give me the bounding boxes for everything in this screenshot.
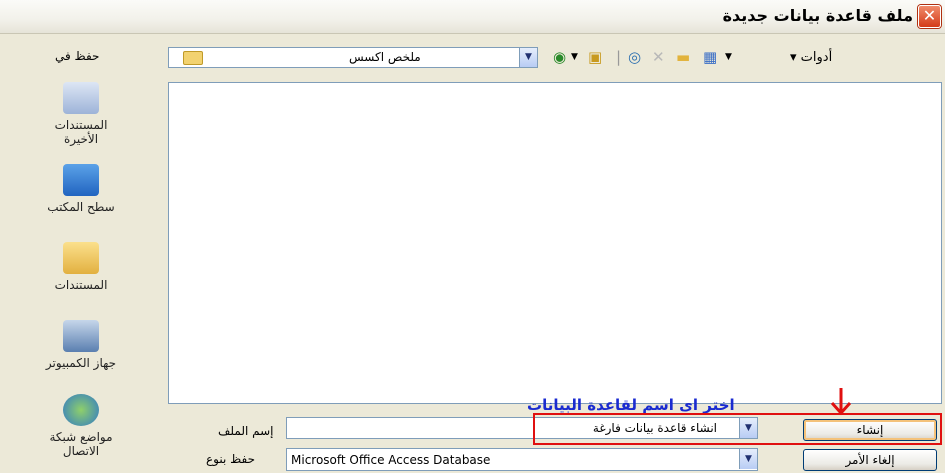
desktop-icon <box>63 164 99 196</box>
recent-documents-icon <box>63 82 99 114</box>
back-icon[interactable]: ◉ <box>553 48 566 66</box>
network-places-icon <box>63 394 99 426</box>
place-desktop[interactable]: سطح المكتب <box>36 164 126 214</box>
save-in-dropdown[interactable]: ملخص اكسس ▼ <box>168 47 538 68</box>
up-folder-icon[interactable]: ▣ <box>588 48 602 66</box>
views-icon[interactable]: ▦ <box>703 48 717 66</box>
chevron-down-icon[interactable]: ▼ <box>725 48 732 66</box>
place-label: المستندات <box>54 278 108 292</box>
place-label: مواضع شبكة الاتصال <box>49 430 113 458</box>
cancel-button[interactable]: إلغاء الأمر <box>803 449 937 471</box>
arrow-down-icon <box>830 388 852 416</box>
window-title: ملف قاعدة بيانات جديدة <box>722 6 913 25</box>
save-in-label: حفظ في <box>55 49 100 63</box>
create-button[interactable]: إنشاء <box>803 419 937 441</box>
place-label: المستندات الأخيرة <box>54 118 108 146</box>
chevron-down-icon[interactable]: ▼ <box>519 48 537 67</box>
save-in-value: ملخص اكسس <box>349 50 421 64</box>
place-my-computer[interactable]: جهاز الكمبيوتر <box>36 320 126 370</box>
place-network[interactable]: مواضع شبكة الاتصال <box>36 394 126 458</box>
filetype-select[interactable]: Microsoft Office Access Database ▼ <box>286 448 758 471</box>
my-documents-icon <box>63 242 99 274</box>
annotation-text: اختر اى اسم لقاعدة البيانات <box>527 396 735 414</box>
delete-icon[interactable]: ✕ <box>652 48 665 66</box>
toolbar: حفظ في ملخص اكسس ▼ ◉ ▼ ▣ | ◎ ✕ ▬ ▦ ▼ أدو… <box>0 34 945 80</box>
place-label: سطح المكتب <box>47 200 115 214</box>
filetype-value: Microsoft Office Access Database <box>291 453 491 467</box>
place-my-documents[interactable]: المستندات <box>36 242 126 292</box>
separator-icon: | <box>616 48 622 66</box>
search-web-icon[interactable]: ◎ <box>628 48 641 66</box>
close-icon[interactable]: ✕ <box>918 5 941 28</box>
filename-label: إسم الملف <box>218 424 274 438</box>
tools-menu-label: أدوات <box>800 50 833 65</box>
folder-icon <box>183 51 203 65</box>
chevron-down-icon[interactable]: ▼ <box>739 449 757 469</box>
place-label: جهاز الكمبيوتر <box>45 356 117 370</box>
title-bar: ملف قاعدة بيانات جديدة ✕ <box>0 0 945 34</box>
my-computer-icon <box>63 320 99 352</box>
chevron-down-icon[interactable]: ▼ <box>571 48 578 66</box>
filetype-label: حفظ بنوع <box>206 452 256 466</box>
places-bar: المستندات الأخيرة سطح المكتب المستندات ج… <box>36 82 126 470</box>
tools-menu[interactable]: أدوات ▾ <box>790 50 832 65</box>
new-folder-icon[interactable]: ▬ <box>676 48 690 66</box>
file-list[interactable] <box>168 82 942 404</box>
place-recent-documents[interactable]: المستندات الأخيرة <box>36 82 126 146</box>
